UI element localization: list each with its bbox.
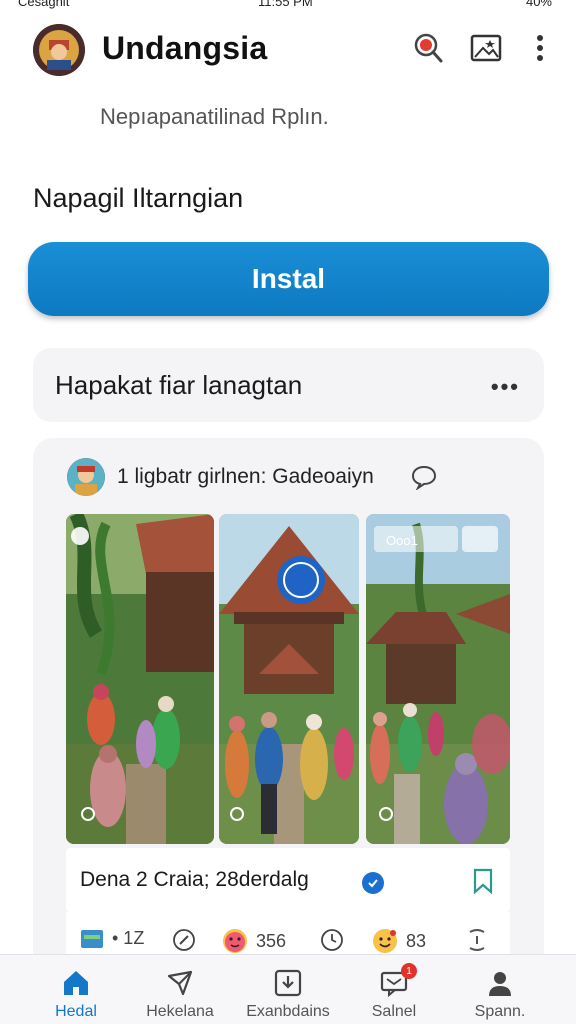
avatar[interactable] bbox=[67, 458, 105, 496]
link-icon bbox=[469, 929, 485, 951]
clock-icon bbox=[321, 929, 343, 951]
status-time: 11:55 PM bbox=[258, 0, 313, 9]
app-subtitle: Nepıapanatilinad Rplın. bbox=[100, 104, 329, 129]
nav-item-messages[interactable]: 1 Salnel bbox=[344, 955, 444, 1024]
app-title: Undangsia bbox=[102, 30, 268, 66]
smile-emoji-icon bbox=[373, 929, 397, 953]
reaction-count: 83 bbox=[406, 930, 427, 951]
compass-icon bbox=[173, 929, 195, 951]
reaction-clock[interactable] bbox=[320, 928, 344, 952]
post-author: 1 ligbatr girlnen: Gadeoaiyn bbox=[117, 465, 374, 488]
status-battery: 40% bbox=[525, 0, 552, 9]
nav-label: Spann. bbox=[474, 1003, 526, 1020]
post-card: 1 ligbatr girlnen: Gadeoaiyn Ooo1 Dena 2… bbox=[33, 438, 544, 978]
post-caption-box: Dena 2 Craia; 28derdalg bbox=[66, 848, 510, 912]
more-vert-icon[interactable] bbox=[524, 32, 556, 64]
reaction-compass[interactable] bbox=[172, 928, 196, 952]
info-row[interactable]: Hapakat fiar lanagtan ••• bbox=[33, 348, 544, 422]
status-carrier: Cesagnit bbox=[18, 0, 70, 9]
reaction-card[interactable]: • 1Z bbox=[80, 928, 144, 949]
search-icon[interactable] bbox=[412, 32, 444, 64]
notification-badge: 1 bbox=[401, 963, 417, 979]
download-icon bbox=[273, 967, 303, 999]
info-row-label: Hapakat fiar lanagtan bbox=[55, 370, 303, 400]
verified-icon bbox=[362, 872, 384, 894]
bottom-nav: Hedal Hekelana Exanbdains 1 Salnel Spann… bbox=[0, 954, 576, 1024]
status-bar: Cesagnit 11:55 PM 40% bbox=[0, 0, 576, 10]
post-photo-1[interactable] bbox=[66, 514, 214, 844]
reaction-count: • 1Z bbox=[112, 928, 145, 948]
app-header: Undangsia bbox=[0, 18, 576, 88]
bookmark-icon[interactable] bbox=[472, 868, 494, 899]
nav-item-home[interactable]: Hedal bbox=[26, 955, 126, 1024]
card-icon bbox=[81, 929, 103, 948]
nav-item-profile[interactable]: Spann. bbox=[450, 955, 550, 1024]
reaction-count: 356 bbox=[256, 930, 287, 951]
profile-icon bbox=[485, 967, 515, 999]
message-icon: 1 bbox=[379, 963, 417, 999]
nav-label: Hekelana bbox=[146, 1003, 214, 1020]
comment-bubble-icon[interactable] bbox=[411, 464, 437, 495]
reaction-smile[interactable]: 83 bbox=[372, 928, 426, 954]
nav-label: Salnel bbox=[371, 1003, 417, 1020]
app-logo[interactable] bbox=[33, 24, 85, 76]
nav-label: Hedal bbox=[55, 1003, 97, 1020]
nav-item-download[interactable]: Exanbdains bbox=[238, 955, 338, 1024]
section-title: Napagil Iltarngian bbox=[33, 183, 244, 213]
send-icon bbox=[165, 967, 195, 999]
post-photo-3[interactable]: Ooo1 bbox=[366, 514, 510, 844]
gallery-icon[interactable] bbox=[470, 32, 502, 64]
home-icon bbox=[61, 967, 91, 999]
post-caption: Dena 2 Craia; 28derdalg bbox=[80, 868, 309, 891]
reaction-link[interactable] bbox=[466, 928, 488, 952]
nav-label: Exanbdains bbox=[246, 1003, 330, 1020]
install-button[interactable]: Instal bbox=[28, 242, 549, 316]
nav-item-send[interactable]: Hekelana bbox=[130, 955, 230, 1024]
post-header: 1 ligbatr girlnen: Gadeoaiyn bbox=[67, 458, 524, 498]
reaction-blush[interactable]: 356 bbox=[222, 928, 286, 954]
post-photo-2[interactable] bbox=[219, 514, 359, 844]
more-horiz-icon[interactable]: ••• bbox=[491, 374, 520, 400]
photo-overlay-label: Ooo1 bbox=[386, 533, 418, 548]
blush-emoji-icon bbox=[223, 929, 247, 953]
